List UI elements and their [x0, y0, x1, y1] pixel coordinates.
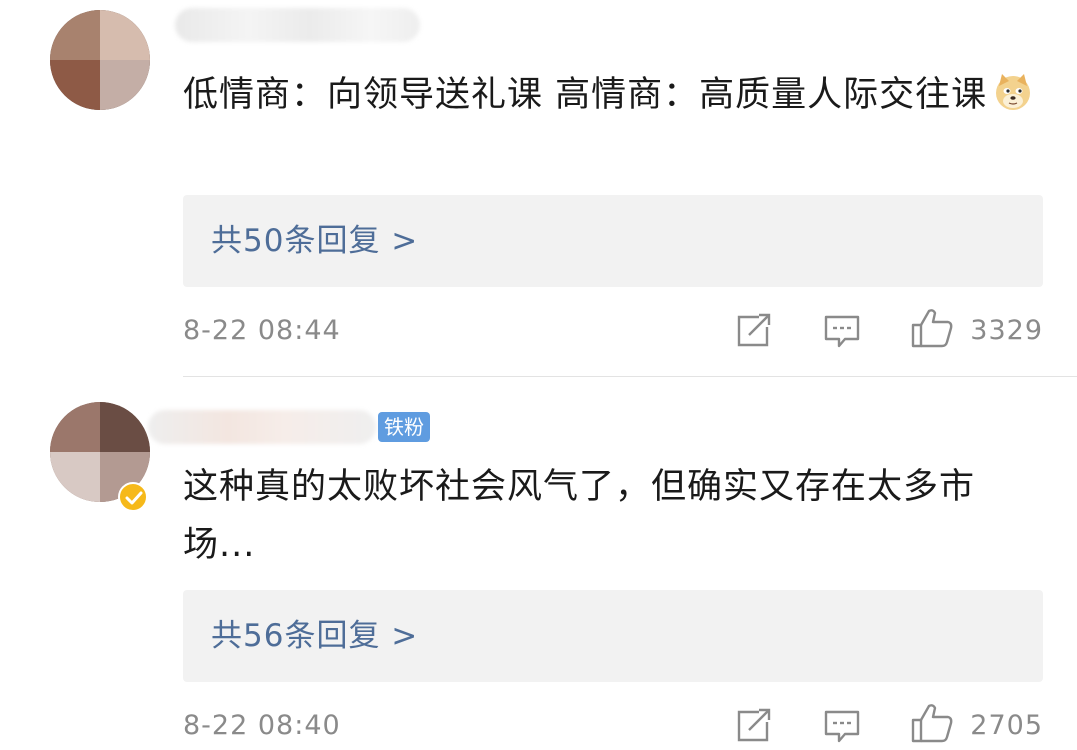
- view-replies-link[interactable]: 共56条回复 >: [211, 590, 418, 682]
- fan-badge: 铁粉: [378, 412, 430, 442]
- comment-text: 这种真的太败坏社会风气了，但确实又存在太多市场...: [183, 458, 1043, 574]
- like-icon[interactable]: [910, 702, 954, 748]
- comment-divider: [183, 376, 1077, 377]
- repost-icon[interactable]: [735, 313, 773, 353]
- avatar-pixel: [50, 402, 100, 452]
- username-blurred[interactable]: [175, 8, 420, 42]
- like-count: 2705: [970, 710, 1043, 741]
- comment-meta: 8-22 08:44 3329: [183, 309, 1043, 353]
- avatar-pixel: [50, 10, 100, 60]
- comment-icon[interactable]: [823, 708, 861, 750]
- reply-box[interactable]: 共50条回复 >: [183, 195, 1043, 287]
- avatar-pixel: [50, 452, 100, 502]
- avatar-pixel: [100, 402, 150, 452]
- like-icon[interactable]: [910, 307, 954, 353]
- username-blurred[interactable]: [148, 410, 376, 444]
- comment-item: 低情商：向领导送礼课 高情商：高质量人际交往课 共50条回复 > 8-22 08…: [0, 0, 1077, 380]
- timestamp: 8-22 08:40: [183, 710, 341, 741]
- reply-box[interactable]: 共56条回复 >: [183, 590, 1043, 682]
- comment-text-body: 这种真的太败坏社会风气了，但确实又存在太多市场...: [183, 467, 976, 565]
- view-replies-link[interactable]: 共50条回复 >: [211, 195, 418, 287]
- comment-text-body: 低情商：向领导送礼课 高情商：高质量人际交往课: [183, 75, 988, 115]
- avatar-pixel: [100, 10, 150, 60]
- comment-item: 铁粉 这种真的太败坏社会风气了，但确实又存在太多市场... 共56条回复 > 8…: [0, 380, 1077, 747]
- verified-icon: [118, 482, 148, 512]
- comment-icon[interactable]: [823, 313, 861, 355]
- repost-icon[interactable]: [735, 708, 773, 748]
- like-count: 3329: [970, 315, 1043, 346]
- avatar[interactable]: [50, 10, 150, 110]
- doge-emoji-icon: [993, 72, 1033, 112]
- comment-meta: 8-22 08:40 2705: [183, 704, 1043, 748]
- comment-text: 低情商：向领导送礼课 高情商：高质量人际交往课: [183, 66, 1043, 124]
- avatar-pixel: [100, 60, 150, 110]
- timestamp: 8-22 08:44: [183, 315, 341, 346]
- avatar-pixel: [50, 60, 100, 110]
